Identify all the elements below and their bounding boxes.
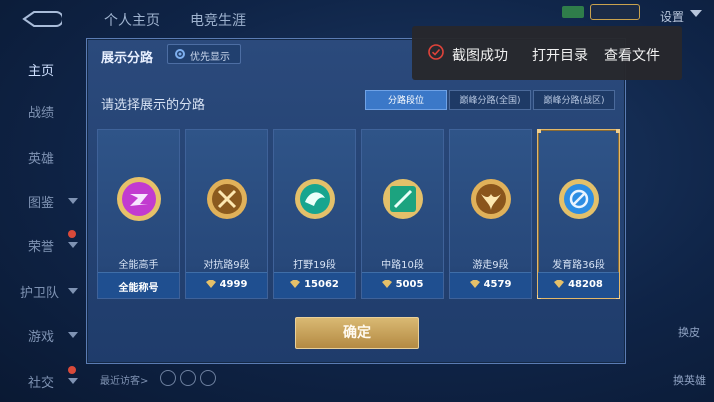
tab-peak-national[interactable]: 巅峰分路(全国) bbox=[449, 90, 531, 110]
card-footer: 4579 bbox=[450, 272, 531, 298]
roam-emblem-icon bbox=[471, 179, 511, 219]
settings-button[interactable]: 设置 bbox=[660, 8, 684, 25]
sidebar-item-label: 游戏 bbox=[28, 330, 55, 345]
open-directory-link[interactable]: 打开目录 bbox=[532, 45, 588, 65]
corner-marker bbox=[537, 129, 541, 133]
gem-icon bbox=[554, 280, 565, 288]
tab-esports-career[interactable]: 电竞生涯 bbox=[190, 10, 246, 30]
priority-label: 优先显示 bbox=[190, 52, 230, 63]
chevron-down-icon bbox=[68, 332, 78, 338]
sidebar-item-codex[interactable]: 图鉴 bbox=[0, 192, 86, 212]
panel-subtitle: 请选择展示的分路 bbox=[101, 98, 206, 113]
sidebar-item-label: 图鉴 bbox=[28, 196, 55, 211]
recent-visitors-link[interactable]: 最近访客> bbox=[100, 372, 148, 387]
sidebar-item-home[interactable]: 主页 bbox=[0, 60, 86, 80]
sidebar-item-honor[interactable]: 荣誉 bbox=[0, 230, 86, 256]
card-footer: 5005 bbox=[362, 272, 443, 298]
view-file-link[interactable]: 查看文件 bbox=[604, 45, 660, 65]
lane-card-all-round[interactable]: 全能高手 全能称号 bbox=[97, 129, 180, 299]
card-value: 4999 bbox=[219, 279, 248, 290]
card-footer: 15062 bbox=[274, 272, 355, 298]
sidebar: 主页 战绩 英雄 图鉴 荣誉 护卫队 游戏 社交 bbox=[0, 36, 86, 402]
chevron-down-icon bbox=[68, 242, 78, 248]
card-value: 5005 bbox=[395, 279, 424, 290]
sidebar-item-label: 社交 bbox=[28, 376, 55, 391]
sidebar-item-label: 主页 bbox=[28, 64, 55, 79]
sidebar-item-label: 英雄 bbox=[28, 152, 55, 167]
corner-marker bbox=[616, 129, 620, 133]
battery-icon bbox=[562, 6, 584, 18]
tab-lane-rank[interactable]: 分路段位 bbox=[365, 90, 447, 110]
visitor-avatar[interactable] bbox=[180, 370, 196, 386]
jungle-emblem-icon bbox=[295, 179, 335, 219]
lane-card-clash[interactable]: 对抗路9段 4999 bbox=[185, 129, 268, 299]
confirm-button[interactable]: 确定 bbox=[295, 317, 419, 349]
sidebar-item-social[interactable]: 社交 bbox=[0, 366, 86, 392]
gem-icon bbox=[290, 280, 301, 288]
card-value: 15062 bbox=[304, 279, 339, 290]
card-name: 对抗路9段 bbox=[203, 260, 250, 271]
sidebar-item-label: 战绩 bbox=[28, 106, 55, 121]
gem-icon bbox=[381, 280, 392, 288]
card-name: 游走9段 bbox=[472, 260, 509, 271]
chevron-down-icon bbox=[68, 198, 78, 204]
gear-icon bbox=[175, 49, 185, 59]
card-value: 48208 bbox=[568, 279, 603, 290]
sidebar-item-games[interactable]: 游戏 bbox=[0, 326, 86, 346]
back-icon[interactable] bbox=[22, 10, 62, 28]
tab-personal-home[interactable]: 个人主页 bbox=[104, 10, 160, 30]
card-footer: 48208 bbox=[538, 272, 619, 298]
gem-icon bbox=[205, 280, 216, 288]
clash-lane-emblem-icon bbox=[207, 179, 247, 219]
sidebar-item-label: 护卫队 bbox=[20, 286, 60, 301]
sidebar-item-heroes[interactable]: 英雄 bbox=[0, 148, 86, 168]
card-name: 发育路36段 bbox=[552, 260, 605, 271]
toast-status: 截图成功 bbox=[452, 48, 508, 64]
tab-peak-region[interactable]: 巅峰分路(战区) bbox=[533, 90, 615, 110]
sidebar-item-record[interactable]: 战绩 bbox=[0, 102, 86, 122]
check-circle-icon bbox=[428, 44, 444, 60]
visitor-avatar[interactable] bbox=[200, 370, 216, 386]
notification-dot bbox=[68, 230, 76, 238]
card-value: 4579 bbox=[483, 279, 512, 290]
chevron-down-icon[interactable] bbox=[690, 10, 702, 17]
status-badge bbox=[590, 4, 640, 20]
lane-card-farm[interactable]: 发育路36段 48208 bbox=[537, 129, 620, 299]
card-value: 全能称号 bbox=[118, 283, 159, 294]
visitor-avatar[interactable] bbox=[160, 370, 176, 386]
farm-lane-emblem-icon bbox=[559, 179, 599, 219]
card-name: 中路10段 bbox=[381, 260, 424, 271]
panel-title: 展示分路 bbox=[101, 51, 154, 66]
notification-dot bbox=[68, 366, 76, 374]
lane-card-mid[interactable]: 中路10段 5005 bbox=[361, 129, 444, 299]
mid-lane-emblem-icon bbox=[383, 179, 423, 219]
priority-display-button[interactable]: 优先显示 bbox=[167, 44, 241, 64]
card-footer: 4999 bbox=[186, 272, 267, 298]
card-name: 全能高手 bbox=[118, 260, 159, 271]
card-footer: 全能称号 bbox=[98, 272, 179, 298]
sidebar-item-label: 荣誉 bbox=[28, 240, 55, 255]
chevron-down-icon bbox=[68, 288, 78, 294]
chevron-down-icon bbox=[68, 378, 78, 384]
gem-icon bbox=[469, 280, 480, 288]
lane-card-roam[interactable]: 游走9段 4579 bbox=[449, 129, 532, 299]
lane-card-jungle[interactable]: 打野19段 15062 bbox=[273, 129, 356, 299]
sidebar-item-guard[interactable]: 护卫队 bbox=[0, 282, 86, 302]
all-round-emblem-icon bbox=[117, 177, 161, 221]
swap-skin-button[interactable]: 换皮 bbox=[678, 324, 700, 340]
card-name: 打野19段 bbox=[293, 260, 336, 271]
screenshot-toast: 截图成功 打开目录 查看文件 bbox=[412, 26, 682, 80]
swap-hero-button[interactable]: 换英雄 bbox=[673, 372, 706, 388]
lane-display-panel: 展示分路 优先显示 请选择展示的分路 分路段位 巅峰分路(全国) 巅峰分路(战区… bbox=[86, 38, 626, 364]
